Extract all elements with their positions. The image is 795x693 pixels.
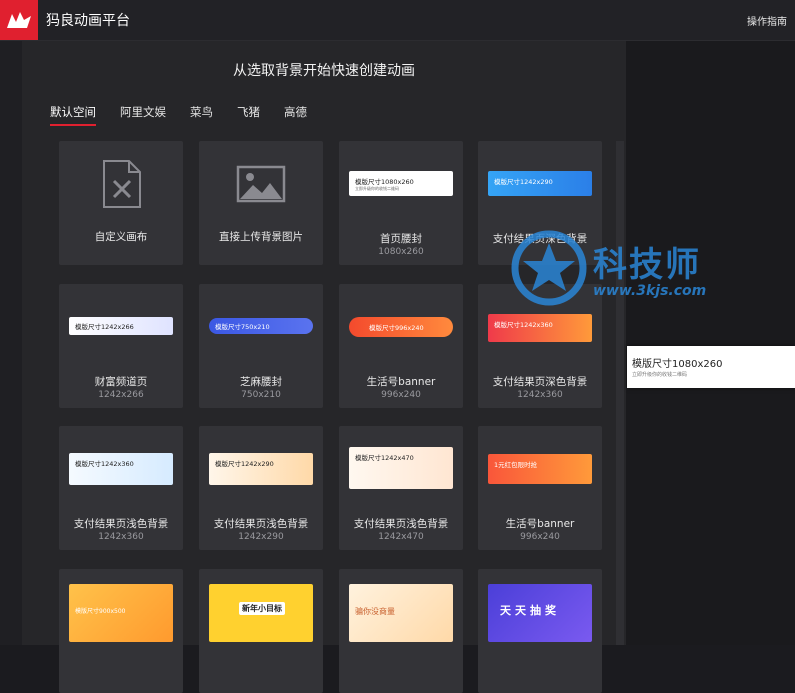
upload-background-card[interactable]: 直接上传背景图片 bbox=[199, 141, 323, 265]
template-card[interactable]: 模版尺寸900x500 bbox=[59, 569, 183, 693]
tab-fliggy[interactable]: 飞猪 bbox=[237, 104, 260, 126]
template-thumbnail: 模版尺寸900x500 bbox=[69, 584, 173, 642]
logo-icon[interactable] bbox=[0, 0, 38, 40]
thumb-title: 模版尺寸1242x360 bbox=[494, 321, 553, 329]
thumb-title: 新年小目标 bbox=[239, 602, 285, 615]
preview-subtitle: 立即升级你的收钱二维码 bbox=[632, 372, 688, 378]
preview-title: 模版尺寸1080x260 bbox=[632, 359, 723, 370]
template-card[interactable]: 新年小目标 bbox=[199, 569, 323, 693]
scrollbar[interactable] bbox=[616, 141, 624, 645]
card-size: 1242x266 bbox=[98, 390, 144, 400]
dragged-template-preview[interactable]: 模版尺寸1080x260 立即升级你的收钱二维码 bbox=[627, 346, 795, 388]
blank-file-icon bbox=[103, 160, 141, 208]
thumb-title: 模版尺寸750x210 bbox=[215, 323, 270, 331]
template-card[interactable]: 模版尺寸750x210 芝麻腰封 750x210 bbox=[199, 284, 323, 408]
thumb-title: 模版尺寸900x500 bbox=[75, 608, 126, 615]
thumb-title: 模版尺寸1242x290 bbox=[494, 178, 553, 186]
thumb-title: 模版尺寸1242x266 bbox=[75, 323, 134, 331]
card-label: 芝麻腰封 bbox=[240, 376, 282, 388]
template-thumbnail: 1元红包限时抢 bbox=[488, 454, 592, 484]
tab-cainiao[interactable]: 菜鸟 bbox=[190, 104, 213, 126]
thumb-title: 天天抽奖 bbox=[500, 604, 560, 617]
card-label: 支付结果页深色背景 bbox=[492, 376, 588, 388]
template-thumbnail: 模版尺寸1242x266 bbox=[69, 317, 173, 335]
card-label: 财富频道页 bbox=[94, 376, 148, 388]
card-size: 996x240 bbox=[520, 532, 560, 542]
card-label: 支付结果页浅色背景 bbox=[73, 518, 169, 530]
template-card[interactable]: 模版尺寸1242x470 支付结果页浅色背景 1242x470 bbox=[339, 426, 463, 550]
card-size: 1242x470 bbox=[378, 532, 424, 542]
canvas-area bbox=[626, 41, 795, 645]
thumb-title: 模版尺寸996x240 bbox=[369, 324, 424, 332]
card-size: 996x240 bbox=[381, 390, 421, 400]
thumb-subtitle: 立即升级你的收钱二维码 bbox=[355, 186, 399, 191]
card-size: 1242x290 bbox=[238, 532, 284, 542]
template-card[interactable]: 模版尺寸1242x360 支付结果页浅色背景 1242x360 bbox=[59, 426, 183, 550]
template-card[interactable]: 模版尺寸996x240 生活号banner 996x240 bbox=[339, 284, 463, 408]
tab-default-space[interactable]: 默认空间 bbox=[50, 104, 96, 126]
card-label: 生活号banner bbox=[505, 518, 575, 530]
template-card[interactable]: 1元红包限时抢 生活号banner 996x240 bbox=[478, 426, 602, 550]
card-label: 自定义画布 bbox=[94, 231, 148, 243]
thumb-title: 模版尺寸1242x290 bbox=[215, 460, 274, 468]
card-label: 支付结果页深色背景 bbox=[492, 233, 588, 245]
template-thumbnail: 模版尺寸750x210 bbox=[209, 318, 313, 334]
template-card[interactable]: 骗你没商量 bbox=[339, 569, 463, 693]
template-thumbnail: 模版尺寸1242x290 bbox=[209, 453, 313, 485]
thumb-title: 模版尺寸1242x470 bbox=[355, 454, 414, 462]
app-title: 犸良动画平台 bbox=[46, 13, 130, 29]
template-thumbnail: 天天抽奖 bbox=[488, 584, 592, 642]
template-thumbnail: 模版尺寸1242x470 bbox=[349, 447, 453, 489]
template-card[interactable]: 模版尺寸1242x290 支付结果页浅色背景 1242x290 bbox=[199, 426, 323, 550]
tab-ali-entertainment[interactable]: 阿里文娱 bbox=[120, 104, 166, 126]
template-card[interactable]: 模版尺寸1242x290 支付结果页深色背景 bbox=[478, 141, 602, 265]
card-label: 支付结果页浅色背景 bbox=[213, 518, 309, 530]
template-thumbnail: 模版尺寸1080x260 立即升级你的收钱二维码 bbox=[349, 171, 453, 196]
page-heading: 从选取背景开始快速创建动画 bbox=[233, 63, 415, 79]
image-icon bbox=[236, 165, 286, 203]
template-thumbnail: 模版尺寸996x240 bbox=[349, 317, 453, 337]
custom-canvas-card[interactable]: 自定义画布 bbox=[59, 141, 183, 265]
thumb-title: 骗你没商量 bbox=[355, 607, 395, 616]
template-thumbnail: 新年小目标 bbox=[209, 584, 313, 642]
space-tabs: 默认空间 阿里文娱 菜鸟 飞猪 高德 bbox=[50, 104, 307, 126]
template-card[interactable]: 天天抽奖 bbox=[478, 569, 602, 693]
card-label: 直接上传背景图片 bbox=[219, 231, 303, 243]
card-size: 1242x360 bbox=[98, 532, 144, 542]
card-size: 750x210 bbox=[241, 390, 281, 400]
template-card[interactable]: 模版尺寸1080x260 立即升级你的收钱二维码 首页腰封 1080x260 bbox=[339, 141, 463, 265]
card-size: 1242x360 bbox=[517, 390, 563, 400]
card-size: 1080x260 bbox=[378, 247, 424, 257]
thumb-title: 模版尺寸1242x360 bbox=[75, 460, 134, 468]
template-thumbnail: 模版尺寸1242x360 bbox=[488, 314, 592, 342]
card-label: 支付结果页浅色背景 bbox=[353, 518, 449, 530]
thumb-title: 1元红包限时抢 bbox=[494, 461, 538, 469]
template-thumbnail: 模版尺寸1242x290 bbox=[488, 171, 592, 196]
template-thumbnail: 骗你没商量 bbox=[349, 584, 453, 642]
left-gutter bbox=[0, 41, 22, 645]
guide-link[interactable]: 操作指南 bbox=[747, 13, 787, 28]
card-label: 生活号banner bbox=[366, 376, 436, 388]
thumb-title: 模版尺寸1080x260 bbox=[355, 178, 414, 186]
top-bar: 犸良动画平台 操作指南 bbox=[0, 0, 795, 41]
template-card[interactable]: 模版尺寸1242x266 财富频道页 1242x266 bbox=[59, 284, 183, 408]
template-card[interactable]: 模版尺寸1242x360 支付结果页深色背景 1242x360 bbox=[478, 284, 602, 408]
template-thumbnail: 模版尺寸1242x360 bbox=[69, 453, 173, 485]
tab-amap[interactable]: 高德 bbox=[284, 104, 307, 126]
card-label: 首页腰封 bbox=[380, 233, 422, 245]
